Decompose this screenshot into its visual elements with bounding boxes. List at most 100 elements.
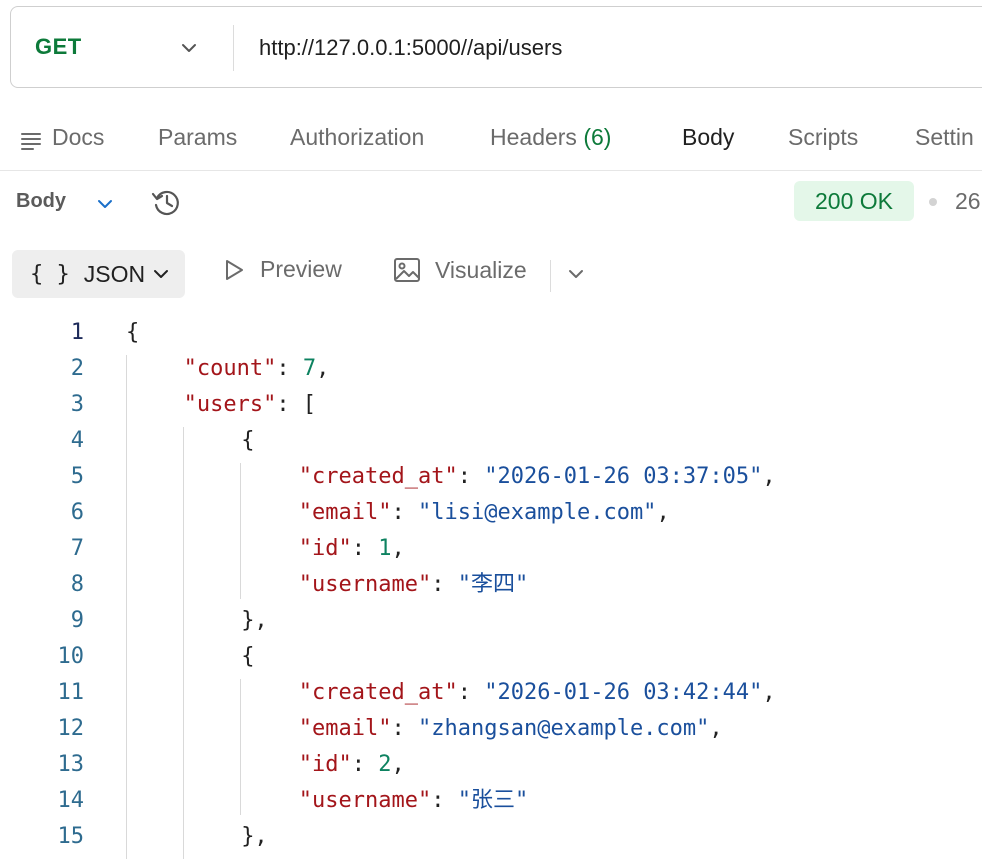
code-line: 15},: [0, 819, 982, 855]
response-body-selector[interactable]: Body: [16, 190, 66, 213]
code-token: "created_at": [298, 464, 458, 489]
tab-settings[interactable]: Settin: [915, 124, 974, 151]
line-number: 9: [70, 608, 84, 633]
code-text: {: [126, 315, 139, 351]
code-token: :: [351, 536, 379, 561]
tab-headers-label: Headers: [490, 124, 577, 150]
code-line: 9},: [0, 603, 982, 639]
code-token: :: [391, 500, 419, 525]
toolbar-divider: [550, 260, 551, 292]
code-line: 3 "users": [: [0, 387, 982, 423]
code-token: :: [351, 752, 379, 777]
code-token: "2026-01-26 03:42:44": [484, 680, 763, 705]
code-token: ,: [656, 500, 670, 525]
indent-guide: [126, 355, 127, 859]
tab-body[interactable]: Body: [682, 124, 734, 151]
code-token: "count": [183, 356, 277, 381]
indent-guide: [183, 427, 184, 859]
code-text: },: [241, 603, 268, 639]
line-number: 6: [70, 500, 84, 525]
status-badge[interactable]: 200 OK: [794, 181, 914, 221]
code-text: "id": 2,: [299, 747, 405, 783]
format-label: JSON: [83, 260, 146, 287]
preview-label: Preview: [260, 256, 342, 282]
code-token: "李四": [457, 572, 529, 597]
code-line: 8 "username": "李四": [0, 567, 982, 603]
code-token: "id": [298, 536, 352, 561]
chevron-down-icon[interactable]: [179, 38, 199, 58]
image-icon: [394, 258, 420, 282]
code-text: "username": "李四": [299, 567, 528, 603]
code-token: {: [241, 428, 255, 453]
code-token: :: [276, 356, 303, 381]
code-token: },: [241, 824, 268, 849]
tab-scripts[interactable]: Scripts: [788, 124, 858, 151]
code-token: "created_at": [298, 680, 458, 705]
code-token: 2: [378, 752, 392, 777]
line-number: 14: [57, 788, 85, 813]
line-number: 5: [70, 464, 84, 489]
code-token: "张三": [457, 788, 529, 813]
line-number: 4: [70, 428, 84, 453]
line-number: 10: [57, 644, 85, 669]
code-text: "email": "lisi@example.com",: [299, 495, 670, 531]
code-line: 5 "created_at": "2026-01-26 03:37:05",: [0, 459, 982, 495]
line-number: 2: [70, 356, 84, 381]
code-token: "email": [298, 500, 392, 525]
url-input[interactable]: http://127.0.0.1:5000//api/users: [259, 35, 562, 61]
line-number: 7: [70, 536, 84, 561]
line-number: 11: [57, 680, 85, 705]
code-token: "email": [298, 716, 392, 741]
code-line: 12 "email": "zhangsan@example.com",: [0, 711, 982, 747]
indent-guide: [240, 679, 241, 815]
code-token: ,: [391, 536, 405, 561]
code-token: "id": [298, 752, 352, 777]
code-token: : [: [276, 392, 317, 417]
code-text: "created_at": "2026-01-26 03:42:44",: [299, 675, 776, 711]
chevron-down-icon: [154, 270, 168, 278]
chevron-down-icon[interactable]: [94, 193, 116, 215]
status-text: 200 OK: [815, 187, 893, 214]
visualize-button[interactable]: Visualize: [393, 256, 527, 284]
code-token: "lisi@example.com": [418, 500, 657, 525]
method-label[interactable]: GET: [35, 34, 82, 60]
code-text: {: [241, 639, 254, 675]
format-selector[interactable]: { } JSON: [12, 250, 185, 298]
code-text: },: [241, 819, 268, 855]
code-line: 11 "created_at": "2026-01-26 03:42:44",: [0, 675, 982, 711]
code-text: "created_at": "2026-01-26 03:37:05",: [299, 459, 776, 495]
tab-authorization[interactable]: Authorization: [290, 124, 424, 151]
response-time[interactable]: 26: [955, 188, 981, 215]
response-json-viewer[interactable]: 1{2 "count": 7, 3 "users": [4{5 "created_at"…: [0, 315, 982, 859]
code-token: ,: [316, 356, 330, 381]
preview-button[interactable]: Preview: [222, 256, 342, 283]
code-line: 10 {: [0, 639, 982, 675]
request-tabs: Docs Params Authorization Headers (6) Bo…: [0, 118, 982, 171]
history-icon[interactable]: [150, 186, 184, 220]
code-line: 7 "id": 1,: [0, 531, 982, 567]
braces-icon: { }: [30, 261, 70, 287]
code-token: ,: [391, 752, 405, 777]
visualize-label: Visualize: [435, 256, 527, 283]
chevron-down-icon[interactable]: [565, 263, 587, 285]
code-token: :: [431, 788, 458, 813]
code-token: :: [391, 716, 419, 741]
code-line: 4{: [0, 423, 982, 459]
tab-headers[interactable]: Headers (6): [490, 124, 611, 151]
line-number: 15: [57, 824, 85, 849]
code-line: 2 "count": 7,: [0, 351, 982, 387]
code-text: "users": [: [184, 387, 316, 423]
code-line: 1{: [0, 315, 982, 351]
indent-guide: [240, 463, 241, 599]
code-token: },: [241, 608, 268, 633]
tab-docs[interactable]: Docs: [52, 124, 104, 151]
code-token: ,: [762, 464, 776, 489]
code-text: "email": "zhangsan@example.com",: [299, 711, 723, 747]
code-token: :: [457, 464, 485, 489]
tab-params[interactable]: Params: [158, 124, 237, 151]
method-selector[interactable]: GET: [11, 7, 233, 87]
code-line: 13 "id": 2,: [0, 747, 982, 783]
docs-icon[interactable]: [20, 130, 42, 152]
line-number: 1: [70, 320, 84, 345]
play-icon: [226, 259, 243, 280]
